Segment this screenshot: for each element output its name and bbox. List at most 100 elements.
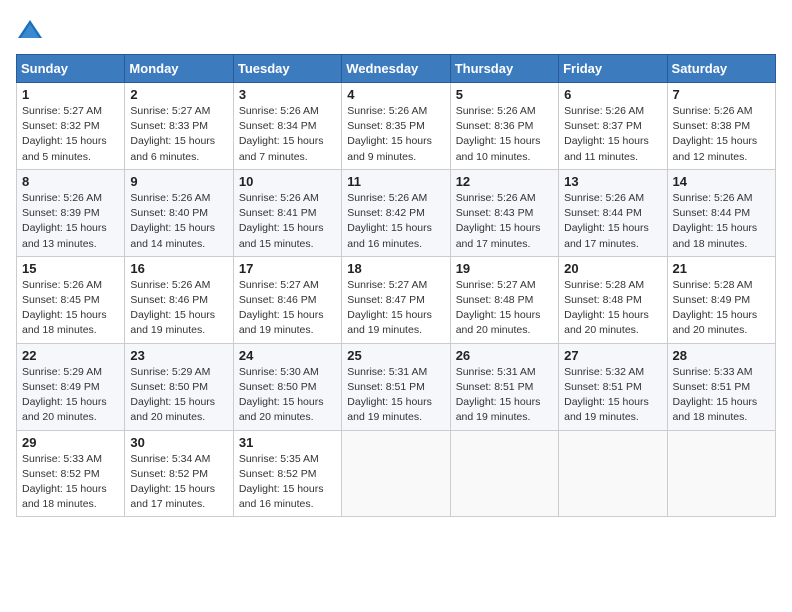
day-number: 21 <box>673 261 770 276</box>
calendar-header-row: SundayMondayTuesdayWednesdayThursdayFrid… <box>17 55 776 83</box>
day-number: 28 <box>673 348 770 363</box>
calendar-cell: 29 Sunrise: 5:33 AMSunset: 8:52 PMDaylig… <box>17 430 125 517</box>
calendar-week-row: 8 Sunrise: 5:26 AMSunset: 8:39 PMDayligh… <box>17 169 776 256</box>
calendar-header-tuesday: Tuesday <box>233 55 341 83</box>
day-number: 19 <box>456 261 553 276</box>
calendar-cell: 4 Sunrise: 5:26 AMSunset: 8:35 PMDayligh… <box>342 83 450 170</box>
day-detail: Sunrise: 5:26 AMSunset: 8:35 PMDaylight:… <box>347 104 444 165</box>
calendar-cell <box>450 430 558 517</box>
calendar-cell: 3 Sunrise: 5:26 AMSunset: 8:34 PMDayligh… <box>233 83 341 170</box>
day-detail: Sunrise: 5:28 AMSunset: 8:48 PMDaylight:… <box>564 278 661 339</box>
calendar-cell: 21 Sunrise: 5:28 AMSunset: 8:49 PMDaylig… <box>667 256 775 343</box>
day-detail: Sunrise: 5:28 AMSunset: 8:49 PMDaylight:… <box>673 278 770 339</box>
day-detail: Sunrise: 5:27 AMSunset: 8:46 PMDaylight:… <box>239 278 336 339</box>
day-detail: Sunrise: 5:29 AMSunset: 8:49 PMDaylight:… <box>22 365 119 426</box>
day-number: 9 <box>130 174 227 189</box>
calendar-header-thursday: Thursday <box>450 55 558 83</box>
day-detail: Sunrise: 5:34 AMSunset: 8:52 PMDaylight:… <box>130 452 227 513</box>
calendar-cell: 19 Sunrise: 5:27 AMSunset: 8:48 PMDaylig… <box>450 256 558 343</box>
day-number: 27 <box>564 348 661 363</box>
day-detail: Sunrise: 5:26 AMSunset: 8:44 PMDaylight:… <box>673 191 770 252</box>
day-number: 30 <box>130 435 227 450</box>
day-detail: Sunrise: 5:26 AMSunset: 8:44 PMDaylight:… <box>564 191 661 252</box>
day-detail: Sunrise: 5:31 AMSunset: 8:51 PMDaylight:… <box>456 365 553 426</box>
calendar-cell: 23 Sunrise: 5:29 AMSunset: 8:50 PMDaylig… <box>125 343 233 430</box>
day-number: 18 <box>347 261 444 276</box>
day-detail: Sunrise: 5:27 AMSunset: 8:33 PMDaylight:… <box>130 104 227 165</box>
calendar-week-row: 15 Sunrise: 5:26 AMSunset: 8:45 PMDaylig… <box>17 256 776 343</box>
calendar-header-friday: Friday <box>559 55 667 83</box>
calendar-cell: 1 Sunrise: 5:27 AMSunset: 8:32 PMDayligh… <box>17 83 125 170</box>
calendar-cell: 16 Sunrise: 5:26 AMSunset: 8:46 PMDaylig… <box>125 256 233 343</box>
calendar-cell: 25 Sunrise: 5:31 AMSunset: 8:51 PMDaylig… <box>342 343 450 430</box>
day-detail: Sunrise: 5:31 AMSunset: 8:51 PMDaylight:… <box>347 365 444 426</box>
calendar-week-row: 1 Sunrise: 5:27 AMSunset: 8:32 PMDayligh… <box>17 83 776 170</box>
calendar-header-saturday: Saturday <box>667 55 775 83</box>
calendar-cell: 13 Sunrise: 5:26 AMSunset: 8:44 PMDaylig… <box>559 169 667 256</box>
day-number: 12 <box>456 174 553 189</box>
day-number: 22 <box>22 348 119 363</box>
calendar-cell: 15 Sunrise: 5:26 AMSunset: 8:45 PMDaylig… <box>17 256 125 343</box>
calendar-cell: 9 Sunrise: 5:26 AMSunset: 8:40 PMDayligh… <box>125 169 233 256</box>
calendar-cell: 20 Sunrise: 5:28 AMSunset: 8:48 PMDaylig… <box>559 256 667 343</box>
logo-icon <box>16 16 44 44</box>
day-detail: Sunrise: 5:27 AMSunset: 8:48 PMDaylight:… <box>456 278 553 339</box>
day-number: 23 <box>130 348 227 363</box>
day-number: 29 <box>22 435 119 450</box>
day-number: 26 <box>456 348 553 363</box>
calendar-header-sunday: Sunday <box>17 55 125 83</box>
day-number: 14 <box>673 174 770 189</box>
calendar-cell: 22 Sunrise: 5:29 AMSunset: 8:49 PMDaylig… <box>17 343 125 430</box>
day-number: 6 <box>564 87 661 102</box>
calendar-cell <box>342 430 450 517</box>
calendar-cell <box>667 430 775 517</box>
day-detail: Sunrise: 5:26 AMSunset: 8:40 PMDaylight:… <box>130 191 227 252</box>
day-number: 10 <box>239 174 336 189</box>
calendar: SundayMondayTuesdayWednesdayThursdayFrid… <box>16 54 776 517</box>
calendar-cell: 2 Sunrise: 5:27 AMSunset: 8:33 PMDayligh… <box>125 83 233 170</box>
calendar-week-row: 22 Sunrise: 5:29 AMSunset: 8:49 PMDaylig… <box>17 343 776 430</box>
day-detail: Sunrise: 5:33 AMSunset: 8:51 PMDaylight:… <box>673 365 770 426</box>
day-detail: Sunrise: 5:35 AMSunset: 8:52 PMDaylight:… <box>239 452 336 513</box>
calendar-cell: 31 Sunrise: 5:35 AMSunset: 8:52 PMDaylig… <box>233 430 341 517</box>
day-detail: Sunrise: 5:27 AMSunset: 8:32 PMDaylight:… <box>22 104 119 165</box>
day-detail: Sunrise: 5:26 AMSunset: 8:38 PMDaylight:… <box>673 104 770 165</box>
day-number: 24 <box>239 348 336 363</box>
calendar-cell: 10 Sunrise: 5:26 AMSunset: 8:41 PMDaylig… <box>233 169 341 256</box>
day-number: 4 <box>347 87 444 102</box>
day-number: 3 <box>239 87 336 102</box>
day-detail: Sunrise: 5:33 AMSunset: 8:52 PMDaylight:… <box>22 452 119 513</box>
calendar-week-row: 29 Sunrise: 5:33 AMSunset: 8:52 PMDaylig… <box>17 430 776 517</box>
day-number: 1 <box>22 87 119 102</box>
day-detail: Sunrise: 5:27 AMSunset: 8:47 PMDaylight:… <box>347 278 444 339</box>
day-detail: Sunrise: 5:30 AMSunset: 8:50 PMDaylight:… <box>239 365 336 426</box>
calendar-cell <box>559 430 667 517</box>
calendar-cell: 30 Sunrise: 5:34 AMSunset: 8:52 PMDaylig… <box>125 430 233 517</box>
day-number: 17 <box>239 261 336 276</box>
calendar-cell: 27 Sunrise: 5:32 AMSunset: 8:51 PMDaylig… <box>559 343 667 430</box>
day-detail: Sunrise: 5:26 AMSunset: 8:41 PMDaylight:… <box>239 191 336 252</box>
day-number: 11 <box>347 174 444 189</box>
calendar-cell: 12 Sunrise: 5:26 AMSunset: 8:43 PMDaylig… <box>450 169 558 256</box>
calendar-cell: 28 Sunrise: 5:33 AMSunset: 8:51 PMDaylig… <box>667 343 775 430</box>
logo <box>16 16 46 44</box>
calendar-cell: 5 Sunrise: 5:26 AMSunset: 8:36 PMDayligh… <box>450 83 558 170</box>
day-number: 15 <box>22 261 119 276</box>
calendar-cell: 18 Sunrise: 5:27 AMSunset: 8:47 PMDaylig… <box>342 256 450 343</box>
calendar-cell: 24 Sunrise: 5:30 AMSunset: 8:50 PMDaylig… <box>233 343 341 430</box>
day-number: 5 <box>456 87 553 102</box>
day-detail: Sunrise: 5:29 AMSunset: 8:50 PMDaylight:… <box>130 365 227 426</box>
day-detail: Sunrise: 5:26 AMSunset: 8:42 PMDaylight:… <box>347 191 444 252</box>
day-detail: Sunrise: 5:26 AMSunset: 8:45 PMDaylight:… <box>22 278 119 339</box>
calendar-cell: 17 Sunrise: 5:27 AMSunset: 8:46 PMDaylig… <box>233 256 341 343</box>
day-detail: Sunrise: 5:32 AMSunset: 8:51 PMDaylight:… <box>564 365 661 426</box>
calendar-cell: 14 Sunrise: 5:26 AMSunset: 8:44 PMDaylig… <box>667 169 775 256</box>
calendar-cell: 26 Sunrise: 5:31 AMSunset: 8:51 PMDaylig… <box>450 343 558 430</box>
calendar-cell: 6 Sunrise: 5:26 AMSunset: 8:37 PMDayligh… <box>559 83 667 170</box>
day-number: 25 <box>347 348 444 363</box>
day-number: 2 <box>130 87 227 102</box>
calendar-cell: 8 Sunrise: 5:26 AMSunset: 8:39 PMDayligh… <box>17 169 125 256</box>
day-number: 20 <box>564 261 661 276</box>
day-detail: Sunrise: 5:26 AMSunset: 8:36 PMDaylight:… <box>456 104 553 165</box>
calendar-cell: 7 Sunrise: 5:26 AMSunset: 8:38 PMDayligh… <box>667 83 775 170</box>
